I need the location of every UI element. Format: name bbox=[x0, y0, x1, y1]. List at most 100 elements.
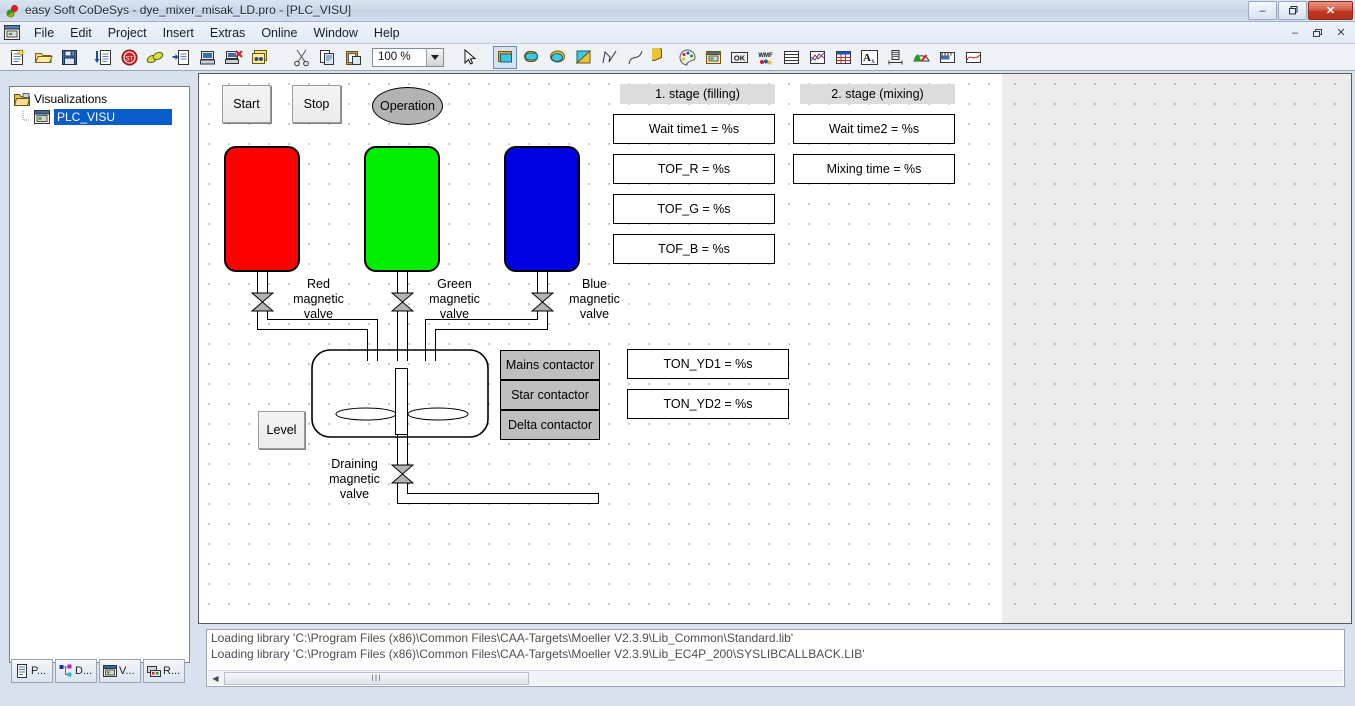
copy-icon[interactable] bbox=[315, 46, 339, 69]
message-list[interactable]: Loading library 'C:\Program Files (x86)\… bbox=[206, 629, 1345, 687]
stop-button[interactable]: Stop bbox=[292, 85, 341, 123]
red-tank[interactable] bbox=[224, 146, 300, 272]
mdi-window-controls: – ✕ bbox=[1284, 24, 1352, 41]
mdi-minimize-button[interactable]: – bbox=[1284, 24, 1306, 41]
blue-valve-label: Blue magnetic valve bbox=[557, 277, 632, 322]
bitmap-tool-icon[interactable] bbox=[675, 46, 699, 69]
text-tool-icon[interactable]: Ax bbox=[857, 46, 881, 69]
tab-data-types[interactable]: D... bbox=[55, 659, 97, 683]
start-button[interactable]: Start bbox=[222, 85, 271, 123]
motor-field-ton-yd1[interactable]: TON_YD1 = %s bbox=[627, 349, 789, 379]
meter-tool-icon[interactable] bbox=[909, 46, 933, 69]
table-tool-icon[interactable] bbox=[779, 46, 803, 69]
menu-item-project[interactable]: Project bbox=[100, 24, 155, 42]
stop-icon[interactable]: ST bbox=[117, 46, 141, 69]
stage2-field-wait-time2[interactable]: Wait time2 = %s bbox=[793, 114, 955, 144]
scroll-left-arrow-icon[interactable]: ◀ bbox=[208, 671, 223, 685]
visualization-editor[interactable]: Start Stop Operation Level bbox=[198, 73, 1352, 624]
tab-pous[interactable]: P... bbox=[11, 659, 53, 683]
operation-lamp[interactable]: Operation bbox=[372, 87, 443, 125]
chevron-down-icon[interactable] bbox=[426, 49, 443, 66]
mdi-restore-button[interactable] bbox=[1307, 24, 1329, 41]
reset-icon[interactable] bbox=[221, 46, 245, 69]
object-tree[interactable]: Visualizations PLC_VISU bbox=[9, 86, 190, 663]
curve-tool-icon[interactable] bbox=[623, 46, 647, 69]
tree-node-visualizations[interactable]: Visualizations bbox=[10, 90, 189, 108]
alarm-table-tool-icon[interactable] bbox=[831, 46, 855, 69]
close-button[interactable]: ✕ bbox=[1308, 1, 1353, 20]
mdi-document-icon bbox=[4, 25, 20, 40]
pipe-blue-down-left bbox=[537, 271, 538, 293]
tab-resources[interactable]: R... bbox=[143, 659, 185, 683]
red-magnetic-valve[interactable] bbox=[251, 292, 274, 312]
scroll-thumb[interactable]: III bbox=[224, 672, 529, 685]
stage1-field-tof-g[interactable]: TOF_G = %s bbox=[613, 194, 775, 224]
wmf-tool-icon[interactable]: WMF bbox=[753, 46, 777, 69]
scrollbar-tool-icon[interactable] bbox=[883, 46, 907, 69]
toolbar: ST bbox=[0, 44, 1355, 71]
mains-contactor[interactable]: Mains contactor bbox=[500, 350, 600, 380]
trend-tool-icon[interactable] bbox=[805, 46, 829, 69]
login-icon[interactable] bbox=[143, 46, 167, 69]
pipe-drain-right bbox=[407, 434, 408, 466]
bar-display-tool-icon[interactable] bbox=[935, 46, 959, 69]
logout-icon[interactable] bbox=[169, 46, 193, 69]
pipe-green-down-right bbox=[407, 271, 408, 293]
tab-visualizations[interactable]: V... bbox=[99, 659, 141, 683]
message-horizontal-scrollbar[interactable]: ◀ III bbox=[208, 670, 1343, 685]
green-magnetic-valve[interactable] bbox=[391, 292, 414, 312]
zoom-level-combobox[interactable]: 100 % bbox=[372, 48, 444, 67]
tree-node-plc-visu-label: PLC_VISU bbox=[54, 109, 172, 125]
new-file-icon[interactable] bbox=[5, 46, 29, 69]
histogram-tool-icon[interactable] bbox=[961, 46, 985, 69]
codesys-app-icon bbox=[5, 3, 21, 19]
stage1-field-wait-time1[interactable]: Wait time1 = %s bbox=[613, 114, 775, 144]
blue-magnetic-valve[interactable] bbox=[531, 292, 554, 312]
run-icon[interactable] bbox=[195, 46, 219, 69]
stage2-field-mixing-time[interactable]: Mixing time = %s bbox=[793, 154, 955, 184]
maximize-button[interactable] bbox=[1278, 1, 1307, 20]
menu-item-extras[interactable]: Extras bbox=[202, 24, 253, 42]
level-button[interactable]: Level bbox=[258, 411, 305, 449]
menu-item-online[interactable]: Online bbox=[253, 24, 305, 42]
red-valve-label: Red magnetic valve bbox=[281, 277, 356, 322]
toolbar-group-visu-elements: OK WMF Ax bbox=[492, 46, 986, 69]
save-file-icon[interactable] bbox=[57, 46, 81, 69]
motor-field-ton-yd2[interactable]: TON_YD2 = %s bbox=[627, 389, 789, 419]
star-contactor[interactable]: Star contactor bbox=[500, 380, 600, 410]
open-file-icon[interactable] bbox=[31, 46, 55, 69]
cut-icon[interactable] bbox=[289, 46, 313, 69]
menu-item-insert[interactable]: Insert bbox=[155, 24, 202, 42]
stage1-field-tof-r[interactable]: TOF_R = %s bbox=[613, 154, 775, 184]
select-pointer-icon[interactable] bbox=[457, 46, 481, 69]
rectangle-tool-icon[interactable] bbox=[493, 46, 517, 69]
compile-icon[interactable] bbox=[91, 46, 115, 69]
menu-item-edit[interactable]: Edit bbox=[62, 24, 100, 42]
pipe-blue-horiz-bottom bbox=[435, 329, 548, 330]
status-bar bbox=[0, 701, 1355, 706]
pie-tool-icon[interactable] bbox=[649, 46, 673, 69]
delta-contactor[interactable]: Delta contactor bbox=[500, 410, 600, 440]
button-tool-icon[interactable]: OK bbox=[727, 46, 751, 69]
tree-node-plc-visu[interactable]: PLC_VISU bbox=[10, 108, 189, 126]
stage2-header: 2. stage (mixing) bbox=[800, 84, 955, 104]
polygon-tool-icon[interactable] bbox=[571, 46, 595, 69]
polyline-tool-icon[interactable] bbox=[597, 46, 621, 69]
pipe-red-riser-left bbox=[257, 310, 258, 329]
paste-icon[interactable] bbox=[341, 46, 365, 69]
stage1-field-tof-b[interactable]: TOF_B = %s bbox=[613, 234, 775, 264]
rounded-rectangle-tool-icon[interactable] bbox=[519, 46, 543, 69]
single-cycle-icon[interactable] bbox=[247, 46, 271, 69]
ellipse-tool-icon[interactable] bbox=[545, 46, 569, 69]
agitator-blade-left bbox=[335, 404, 397, 424]
visualization-tool-icon[interactable] bbox=[701, 46, 725, 69]
object-organizer: Visualizations PLC_VISU bbox=[5, 83, 193, 691]
menu-item-window[interactable]: Window bbox=[305, 24, 365, 42]
mdi-close-button[interactable]: ✕ bbox=[1330, 24, 1352, 41]
menu-item-file[interactable]: File bbox=[26, 24, 62, 42]
blue-tank[interactable] bbox=[504, 146, 580, 272]
tab-pous-label: P... bbox=[31, 665, 46, 677]
minimize-button[interactable]: – bbox=[1248, 1, 1277, 20]
menu-item-help[interactable]: Help bbox=[366, 24, 408, 42]
green-tank[interactable] bbox=[364, 146, 440, 272]
